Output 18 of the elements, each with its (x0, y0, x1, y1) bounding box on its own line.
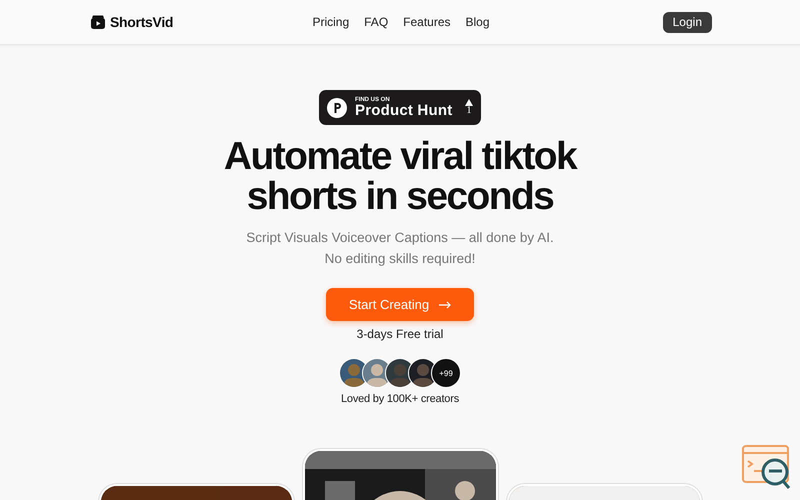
trial-note: 3-days Free trial (356, 327, 444, 341)
nav-link[interactable]: Pricing (312, 15, 350, 29)
more-count: +99 (431, 358, 461, 388)
login-button[interactable]: Login (662, 12, 712, 32)
p-logo-icon (327, 98, 347, 118)
nav-link[interactable]: Features (403, 15, 451, 29)
nav-link[interactable]: Blog (466, 15, 490, 29)
badge-title: Product Hunt (355, 103, 454, 118)
subtitle: Script Visuals Voiceover Captions — all done by AI. No editing skills required! (246, 229, 554, 268)
social-proof-caption: Loved by 100K+ creators (340, 393, 459, 405)
brand-name: ShortsVid (110, 14, 174, 30)
arrow-icon (439, 300, 452, 308)
headline: Automate viral tiktok shorts in seconds (224, 137, 576, 217)
chat-search-icon[interactable] (742, 445, 791, 491)
upvote-icon (465, 99, 473, 106)
nav-link[interactable]: FAQ (364, 15, 388, 29)
clapperboard-icon (90, 14, 106, 30)
vote-count: 1 (466, 106, 472, 116)
